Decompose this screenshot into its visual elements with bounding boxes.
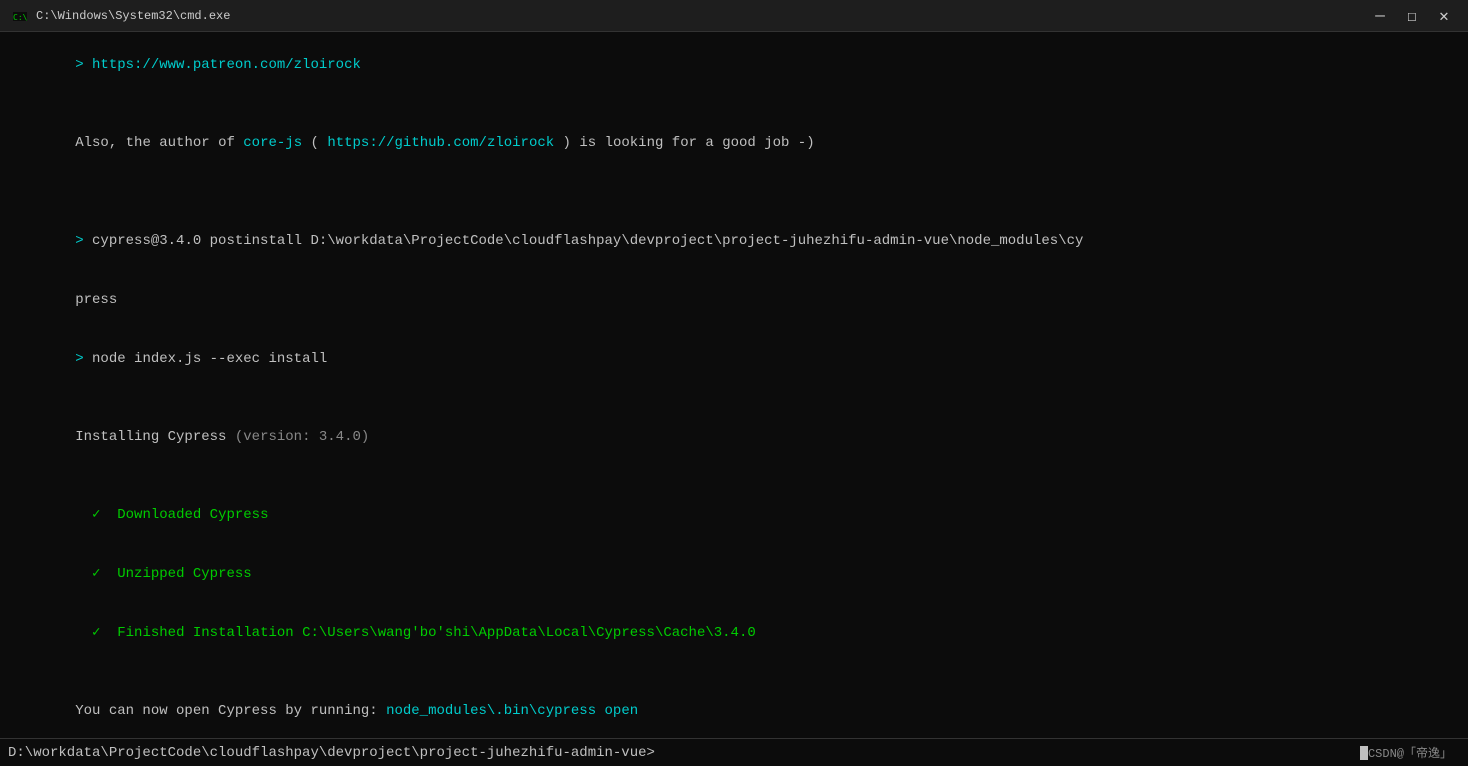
is-looking-text: is looking for a good job -) [579, 135, 814, 151]
line-empty-1 [8, 95, 1460, 115]
the-text: the [126, 135, 160, 151]
cmd-icon: C:\ [12, 8, 28, 24]
paren-open: ( [302, 135, 327, 151]
author-text: author [159, 135, 218, 151]
status-path: D:\workdata\ProjectCode\cloudflashpay\de… [8, 745, 1360, 761]
line-unzipped: ✓ Unzipped Cypress [8, 545, 1460, 604]
terminal-content[interactable]: > https://www.patreon.com/zloirock Also,… [0, 32, 1468, 738]
minimize-button[interactable]: — [1368, 4, 1392, 28]
terminal-body: > https://www.patreon.com/zloirock Also,… [0, 32, 1468, 738]
window-title: C:\Windows\System32\cmd.exe [36, 9, 1368, 23]
window-controls: — ☐ ✕ [1368, 4, 1456, 28]
line-empty-5 [8, 467, 1460, 487]
node-cmd-text: node index.js --exec install [92, 351, 327, 367]
core-js-text: core-js [243, 135, 302, 151]
cmd-window: C:\ C:\Windows\System32\cmd.exe — ☐ ✕ > … [0, 0, 1468, 766]
version-text: (version: 3.4.0) [235, 429, 369, 445]
line-patreon: > https://www.patreon.com/zloirock [8, 36, 1460, 95]
github-url: https://github.com/zloirock [327, 135, 554, 151]
postinstall-prompt: > [75, 233, 92, 249]
title-bar: C:\ C:\Windows\System32\cmd.exe — ☐ ✕ [0, 0, 1468, 32]
line-empty-6 [8, 663, 1460, 683]
close-button[interactable]: ✕ [1432, 4, 1456, 28]
node-prompt: > [75, 351, 92, 367]
press-text: press [75, 292, 117, 308]
also-text: Also, [75, 135, 125, 151]
line-empty-4 [8, 389, 1460, 409]
paren-close: ) [554, 135, 579, 151]
check2-text: ✓ Unzipped Cypress [75, 566, 251, 582]
open-cmd: node_modules\.bin\cypress open [386, 703, 638, 719]
installing-text: Installing Cypress [75, 429, 235, 445]
line-open-cypress: You can now open Cypress by running: nod… [8, 683, 1460, 738]
line-press: press [8, 271, 1460, 330]
check3-text: ✓ Finished Installation C:\Users\wang'bo… [75, 625, 756, 641]
of-text: of [218, 135, 243, 151]
patreon-url: > https://www.patreon.com/zloirock [75, 57, 361, 73]
line-postinstall: > cypress@3.4.0 postinstall D:\workdata\… [8, 212, 1460, 271]
line-empty-2 [8, 173, 1460, 193]
line-node-cmd: > node index.js --exec install [8, 330, 1460, 389]
cursor [1360, 746, 1368, 760]
svg-text:C:\: C:\ [13, 13, 28, 22]
line-finished: ✓ Finished Installation C:\Users\wang'bo… [8, 604, 1460, 663]
line-author: Also, the author of core-js ( https://gi… [8, 114, 1460, 173]
line-empty-3 [8, 193, 1460, 213]
open-text: You can now open Cypress by running: [75, 703, 386, 719]
status-bar: D:\workdata\ProjectCode\cloudflashpay\de… [0, 738, 1468, 766]
watermark: CSDN@「帝逸」 [1368, 744, 1452, 761]
maximize-button[interactable]: ☐ [1400, 4, 1424, 28]
check1-text: ✓ Downloaded Cypress [75, 507, 268, 523]
line-downloaded: ✓ Downloaded Cypress [8, 487, 1460, 546]
postinstall-text: cypress@3.4.0 postinstall D:\workdata\Pr… [92, 233, 1083, 249]
line-installing: Installing Cypress (version: 3.4.0) [8, 408, 1460, 467]
